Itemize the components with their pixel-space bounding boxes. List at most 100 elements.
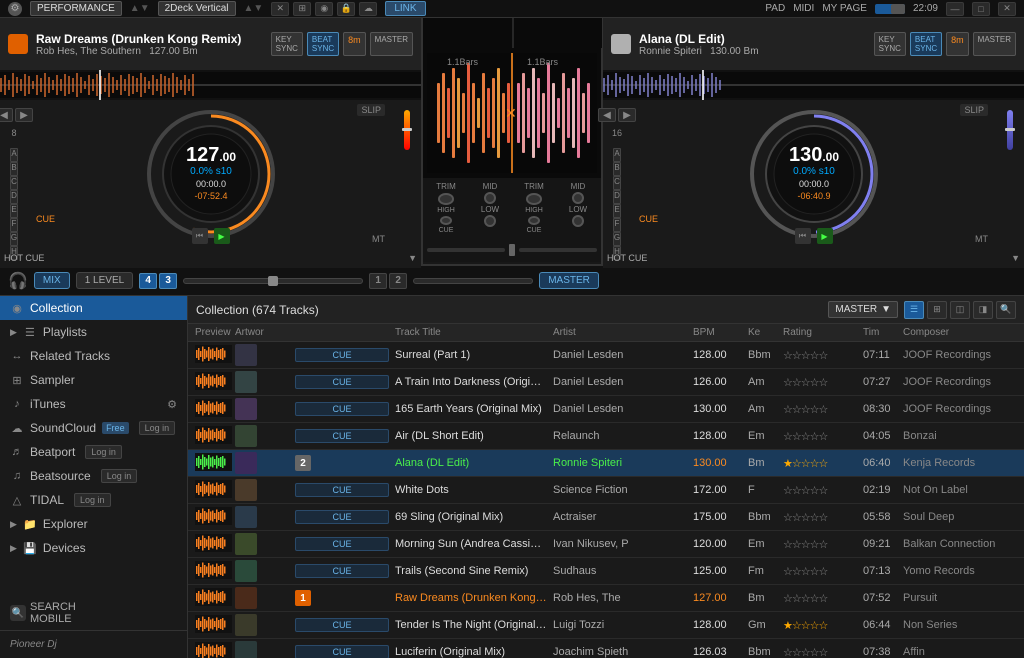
deck2-hot-cue-arrow[interactable]: ▼ <box>1011 253 1020 263</box>
table-row[interactable]: CUETender Is The Night (Original Mix)Lui… <box>188 612 1024 639</box>
track-preview[interactable] <box>192 507 232 528</box>
icon-btn-2[interactable]: ⊞ <box>293 2 311 16</box>
deck1-pitch-slider[interactable] <box>404 110 410 150</box>
deck3-ind[interactable]: 1 <box>369 273 387 289</box>
table-row[interactable]: CUELuciferin (Original Mix)Joachim Spiet… <box>188 639 1024 658</box>
table-row[interactable]: 1Raw Dreams (Drunken Kong Remix)Rob Hes,… <box>188 585 1024 612</box>
sidebar-item-related[interactable]: ↔ Related Tracks <box>0 344 187 368</box>
deck1-key-c[interactable]: C <box>10 176 18 190</box>
table-row[interactable]: CUETrails (Second Sine Remix)Sudhaus125.… <box>188 558 1024 585</box>
sidebar-item-devices[interactable]: ▶ 💾 Devices <box>0 536 187 560</box>
deck1-key-b[interactable]: B <box>10 162 18 176</box>
sidebar-item-soundcloud[interactable]: ☁ SoundCloud Free Log in <box>0 416 187 440</box>
vol-fader-1[interactable] <box>427 248 505 252</box>
icon-btn-3[interactable]: ◉ <box>315 2 333 16</box>
deck1-key-g[interactable]: G <box>10 232 18 246</box>
level-btn[interactable]: 1 LEVEL <box>76 272 133 289</box>
track-rating[interactable]: ☆☆☆☆☆ <box>780 538 860 551</box>
sidebar-item-tidal[interactable]: △ TIDAL Log in <box>0 488 187 512</box>
icon-btn-4[interactable]: 🔒 <box>337 2 355 16</box>
crossfader[interactable] <box>509 244 515 256</box>
master-transport-btn[interactable]: MASTER <box>539 272 599 289</box>
table-row[interactable]: CUESurreal (Part 1)Daniel Lesden128.00Bb… <box>188 342 1024 369</box>
itunes-settings-icon[interactable]: ⚙ <box>167 398 177 411</box>
track-rating[interactable]: ☆☆☆☆☆ <box>780 511 860 524</box>
deck1-key-e[interactable]: E <box>10 204 18 218</box>
track-preview[interactable] <box>192 372 232 393</box>
key-sync-btn-2[interactable]: KEYSYNC <box>874 32 906 56</box>
deck1-key-a[interactable]: A <box>10 148 18 162</box>
table-row[interactable]: CUE165 Earth Years (Original Mix)Daniel … <box>188 396 1024 423</box>
low-knob-2[interactable] <box>572 215 584 227</box>
icon-btn-1[interactable]: ✕ <box>271 2 289 16</box>
table-row[interactable]: CUEAir (DL Short Edit)Relaunch128.00Em☆☆… <box>188 423 1024 450</box>
beatport-login[interactable]: Log in <box>85 445 122 459</box>
high-knob-2[interactable] <box>528 216 540 225</box>
icon-btn-5[interactable]: ☁ <box>359 2 377 16</box>
headphone-icon[interactable]: 🎧 <box>8 271 28 291</box>
deck1-back-btn[interactable]: ⏮ <box>192 228 208 244</box>
sidebar-item-beatport[interactable]: ♬ Beatport Log in <box>0 440 187 464</box>
deck2-back-btn[interactable]: ⏮ <box>795 228 811 244</box>
deck1-hot-cue-arrow[interactable]: ▼ <box>408 253 417 263</box>
deck2-key-g[interactable]: G <box>613 232 621 246</box>
deck1-play-btn[interactable]: ▶ <box>214 228 230 244</box>
beat-sync-btn-1[interactable]: BEATSYNC <box>307 32 339 56</box>
trim-knob-1[interactable] <box>438 193 454 205</box>
mid-knob-2[interactable] <box>572 192 584 204</box>
track-cue[interactable]: CUE <box>292 645 392 658</box>
track-cue[interactable]: CUE <box>292 348 392 362</box>
soundcloud-login[interactable]: Log in <box>139 421 176 435</box>
deck2-key-e[interactable]: E <box>613 204 621 218</box>
mid-knob-1[interactable] <box>484 192 496 204</box>
master-select[interactable]: MASTER ▼ <box>828 301 898 318</box>
search-mobile-btn[interactable]: 🔍 SEARCH MOBILE <box>0 596 187 630</box>
low-knob-1[interactable] <box>484 215 496 227</box>
track-preview[interactable] <box>192 561 232 582</box>
deck1-prev-btn[interactable]: ◀ <box>0 108 13 122</box>
view-btn-list[interactable]: ☰ <box>904 301 924 319</box>
high-knob-1[interactable] <box>440 216 452 225</box>
tidal-login[interactable]: Log in <box>74 493 111 507</box>
track-cue[interactable]: CUE <box>292 483 392 497</box>
table-row[interactable]: 2Alana (DL Edit)Ronnie Spiteri130.00Bm★☆… <box>188 450 1024 477</box>
close-btn[interactable]: ✕ <box>998 2 1016 16</box>
track-rating[interactable]: ★☆☆☆☆ <box>780 619 860 632</box>
track-preview[interactable] <box>192 345 232 366</box>
track-preview[interactable] <box>192 453 232 474</box>
track-cue[interactable]: CUE <box>292 375 392 389</box>
track-preview[interactable] <box>192 534 232 555</box>
track-cue[interactable]: CUE <box>292 618 392 632</box>
track-rating[interactable]: ☆☆☆☆☆ <box>780 646 860 658</box>
vol-fader-2[interactable] <box>519 248 597 252</box>
trim-knob-2[interactable] <box>526 193 542 205</box>
sidebar-item-playlists[interactable]: ▶ ☰ Playlists <box>0 320 187 344</box>
track-cue[interactable]: CUE <box>292 402 392 416</box>
master-btn-2[interactable]: MASTER <box>973 32 1016 56</box>
search-btn[interactable]: 🔍 <box>996 301 1016 319</box>
track-preview[interactable] <box>192 426 232 447</box>
deck-mode-badge[interactable]: 2Deck Vertical <box>158 1 236 16</box>
view-btn-album[interactable]: ◫ <box>950 301 970 319</box>
deck2-key-a[interactable]: A <box>613 148 621 162</box>
track-preview[interactable] <box>192 588 232 609</box>
deck2-jog-wheel[interactable]: 130.00 0.0% s10 00:00.0 -06:40.9 <box>749 109 879 239</box>
deck2-ind[interactable]: 3 <box>159 273 177 289</box>
deck2-pitch-slider[interactable] <box>1007 110 1013 150</box>
beat-sync-btn-2[interactable]: BEATSYNC <box>910 32 942 56</box>
sidebar-item-beatsource[interactable]: ♫ Beatsource Log in <box>0 464 187 488</box>
track-rating[interactable]: ☆☆☆☆☆ <box>780 565 860 578</box>
sidebar-item-collection[interactable]: ◉ Collection <box>0 296 187 320</box>
beatsource-login[interactable]: Log in <box>101 469 138 483</box>
deck2-key-b[interactable]: B <box>613 162 621 176</box>
maximize-btn[interactable]: □ <box>972 2 990 16</box>
table-row[interactable]: CUEA Train Into Darkness (Original Mix)D… <box>188 369 1024 396</box>
track-cue[interactable]: CUE <box>292 510 392 524</box>
deck2-key-c[interactable]: C <box>613 176 621 190</box>
deck1-key-d[interactable]: D <box>10 190 18 204</box>
track-cue[interactable]: CUE <box>292 564 392 578</box>
sidebar-item-explorer[interactable]: ▶ 📁 Explorer <box>0 512 187 536</box>
minimize-btn[interactable]: — <box>946 2 964 16</box>
gear-icon[interactable]: ⚙ <box>8 2 22 16</box>
track-preview[interactable] <box>192 399 232 420</box>
